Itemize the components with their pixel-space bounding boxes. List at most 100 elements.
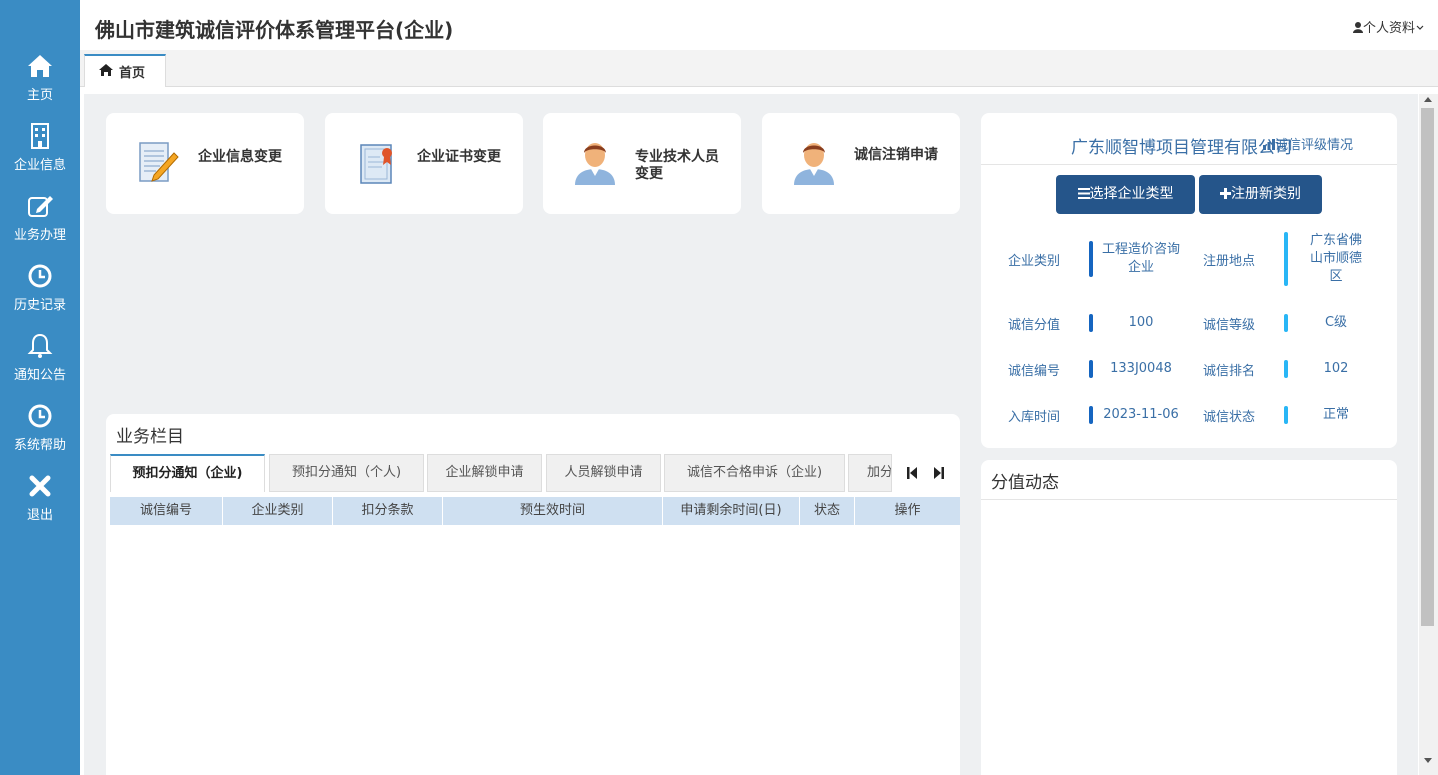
edit-icon (28, 196, 53, 217)
column-header: 预生效时间 (443, 497, 663, 525)
card-company-info-change[interactable]: 企业信息变更 (106, 113, 304, 214)
sidebar-item-label: 历史记录 (13, 298, 66, 313)
field-value: 广东省佛山市顺德区 (1309, 233, 1362, 284)
field-label: 诚信编号 (1007, 364, 1060, 379)
field-bar (1284, 406, 1288, 424)
field-bar (1284, 314, 1288, 332)
scroll-down-icon[interactable] (1424, 758, 1432, 763)
field-value: 102 (1323, 361, 1349, 376)
field-value: C级 (1324, 315, 1348, 330)
tab-bonus[interactable]: 加分 (848, 454, 892, 492)
tab-home[interactable]: 首页 (84, 54, 166, 87)
select-type-button[interactable]: 选择企业类型 (1056, 175, 1195, 214)
sidebar-item-notices[interactable]: 通知公告 (0, 332, 80, 402)
header: 佛山市建筑诚信评价体系管理平台(企业) 个人资料 (80, 0, 1438, 52)
column-header: 企业类别 (223, 497, 333, 525)
table-header: 诚信编号 企业类别 扣分条款 预生效时间 申请剩余时间(日) 状态 操作 (110, 497, 960, 525)
field-value: 2023-11-06 (1103, 407, 1179, 422)
field-label: 诚信等级 (1202, 318, 1255, 333)
tab-pre-deduct-company[interactable]: 预扣分通知（企业) (110, 454, 265, 492)
building-icon (31, 123, 49, 149)
plus-icon (1220, 188, 1231, 199)
company-panel: 广东顺智博项目管理有限公司 诚信评级情况 选择企业类型 注册新类别 企业类别 工… (981, 113, 1397, 448)
sidebar-item-history[interactable]: 历史记录 (0, 262, 80, 332)
tab-credit-appeal[interactable]: 诚信不合格申诉（企业) (664, 454, 845, 492)
field-bar (1089, 360, 1093, 378)
bell-icon (27, 333, 53, 358)
business-panel: 业务栏目 预扣分通知（企业) 预扣分通知（个人) 企业解锁申请 人员解锁申请 诚… (106, 414, 960, 775)
profile-menu[interactable]: 个人资料 (1352, 17, 1424, 36)
document-edit-icon (139, 142, 179, 182)
sidebar-item-help[interactable]: 系统帮助 (0, 402, 80, 472)
sidebar-item-business[interactable]: 业务办理 (0, 192, 80, 262)
tab-staff-unlock[interactable]: 人员解锁申请 (546, 454, 661, 492)
column-header: 申请剩余时间(日) (663, 497, 800, 525)
home-icon (28, 55, 52, 77)
card-label: 企业证书变更 (417, 149, 501, 165)
clock-icon (28, 264, 52, 288)
card-label: 专业技术人员变更 (635, 149, 719, 182)
divider (981, 164, 1397, 165)
chart-icon (1263, 139, 1275, 150)
column-header: 操作 (894, 503, 921, 518)
field-bar (1284, 232, 1288, 286)
sidebar-item-label: 企业信息 (13, 158, 66, 173)
profile-label: 个人资料 (1362, 21, 1415, 36)
home-icon (99, 64, 113, 76)
column-header: 状态 (800, 497, 855, 525)
card-label: 诚信注销申请 (854, 147, 938, 163)
register-category-label: 注册新类别 (1231, 186, 1301, 202)
field-label: 入库时间 (1007, 410, 1060, 425)
card-label: 企业信息变更 (198, 149, 282, 165)
field-bar (1089, 406, 1093, 424)
tab-next-icon[interactable] (932, 466, 946, 480)
sidebar-item-label: 退出 (26, 508, 53, 523)
register-category-button[interactable]: 注册新类别 (1199, 175, 1322, 214)
person-icon (575, 143, 615, 185)
field-value: 工程造价咨询企业 (1101, 242, 1180, 275)
field-bar (1089, 314, 1093, 332)
sidebar-item-label: 业务办理 (13, 228, 66, 243)
tab-bar: 首页 (80, 50, 1438, 87)
sidebar-item-logout[interactable]: 退出 (0, 472, 80, 542)
person-icon (794, 143, 834, 185)
tab-home-label: 首页 (119, 66, 146, 81)
company-name: 广东顺智博项目管理有限公司 (1071, 138, 1292, 158)
field-label: 诚信排名 (1202, 364, 1255, 379)
field-label: 注册地点 (1202, 254, 1255, 269)
field-label: 企业类别 (1007, 254, 1060, 269)
scroll-up-icon[interactable] (1424, 97, 1432, 102)
select-type-label: 选择企业类型 (1089, 186, 1174, 202)
certificate-icon (360, 144, 392, 184)
tab-pre-deduct-personal[interactable]: 预扣分通知（个人) (269, 454, 424, 492)
score-dynamics-panel: 分值动态 (981, 460, 1397, 775)
field-bar (1284, 360, 1288, 378)
sidebar-item-label: 主页 (26, 88, 53, 103)
tab-prev-icon[interactable] (905, 466, 919, 480)
vertical-scrollbar[interactable] (1419, 94, 1438, 775)
business-panel-title: 业务栏目 (116, 427, 184, 447)
column-header: 扣分条款 (333, 497, 443, 525)
credit-rating-link[interactable]: 诚信评级情况 (1263, 134, 1353, 153)
field-bar (1089, 241, 1093, 277)
sidebar-item-label: 通知公告 (13, 368, 66, 383)
field-value: 133J0048 (1110, 361, 1172, 376)
score-dynamics-title: 分值动态 (991, 473, 1059, 493)
card-certificate-change[interactable]: 企业证书变更 (325, 113, 523, 214)
card-tech-staff-change[interactable]: 专业技术人员变更 (543, 113, 741, 214)
divider (981, 499, 1397, 500)
close-icon (29, 475, 51, 497)
sidebar-item-company-info[interactable]: 企业信息 (0, 122, 80, 192)
tab-company-unlock[interactable]: 企业解锁申请 (427, 454, 542, 492)
credit-rating-label: 诚信评级情况 (1275, 138, 1354, 153)
clock-icon (28, 404, 52, 428)
field-value: 100 (1128, 315, 1154, 330)
scroll-thumb[interactable] (1421, 108, 1434, 626)
app-title: 佛山市建筑诚信评价体系管理平台(企业) (95, 18, 454, 42)
user-icon (1352, 22, 1363, 33)
card-credit-cancel-apply[interactable]: 诚信注销申请 (762, 113, 960, 214)
list-icon (1077, 188, 1090, 199)
sidebar-item-home[interactable]: 主页 (0, 52, 80, 122)
column-header: 诚信编号 (110, 497, 223, 525)
chevron-down-icon (1416, 25, 1424, 30)
